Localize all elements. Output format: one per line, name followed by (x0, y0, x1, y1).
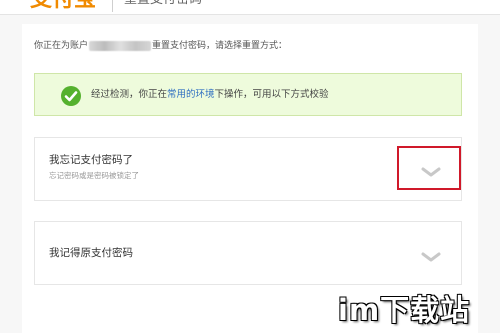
option-title: 我忘记支付密码了 (49, 154, 133, 166)
brand-logo[interactable]: 支付宝 (30, 0, 110, 12)
account-instruction: 你正在为账户 重置支付密码，请选择重置方式： (34, 40, 287, 52)
option-subtitle: 忘记密码或是密码被锁定了 (49, 171, 139, 180)
top-header: 支付宝 重置支付密码 (0, 0, 500, 15)
notice-suffix: 下操作，可用以下方式校验 (214, 89, 329, 100)
check-icon (61, 86, 81, 106)
annotation-highlight-box (397, 146, 461, 190)
option-title: 我记得原支付密码 (49, 247, 133, 259)
masked-account-name (89, 40, 152, 51)
notice-prefix: 经过检测，你正在 (91, 89, 168, 100)
chevron-down-icon[interactable] (421, 248, 441, 267)
page-title: 重置支付密码 (124, 0, 202, 9)
option-remember-password[interactable]: 我记得原支付密码 (34, 221, 462, 285)
account-prefix: 你正在为账户 (34, 41, 89, 51)
account-suffix: 重置支付密码，请选择重置方式： (152, 41, 288, 51)
common-environment-link[interactable]: 常用的环境 (167, 89, 215, 100)
notice-text: 经过检测，你正在常用的环境下操作，可用以下方式校验 (91, 89, 329, 101)
site-watermark: im下载站 (338, 293, 471, 327)
header-divider (112, 0, 113, 12)
environment-notice: 经过检测，你正在常用的环境下操作，可用以下方式校验 (34, 73, 462, 116)
